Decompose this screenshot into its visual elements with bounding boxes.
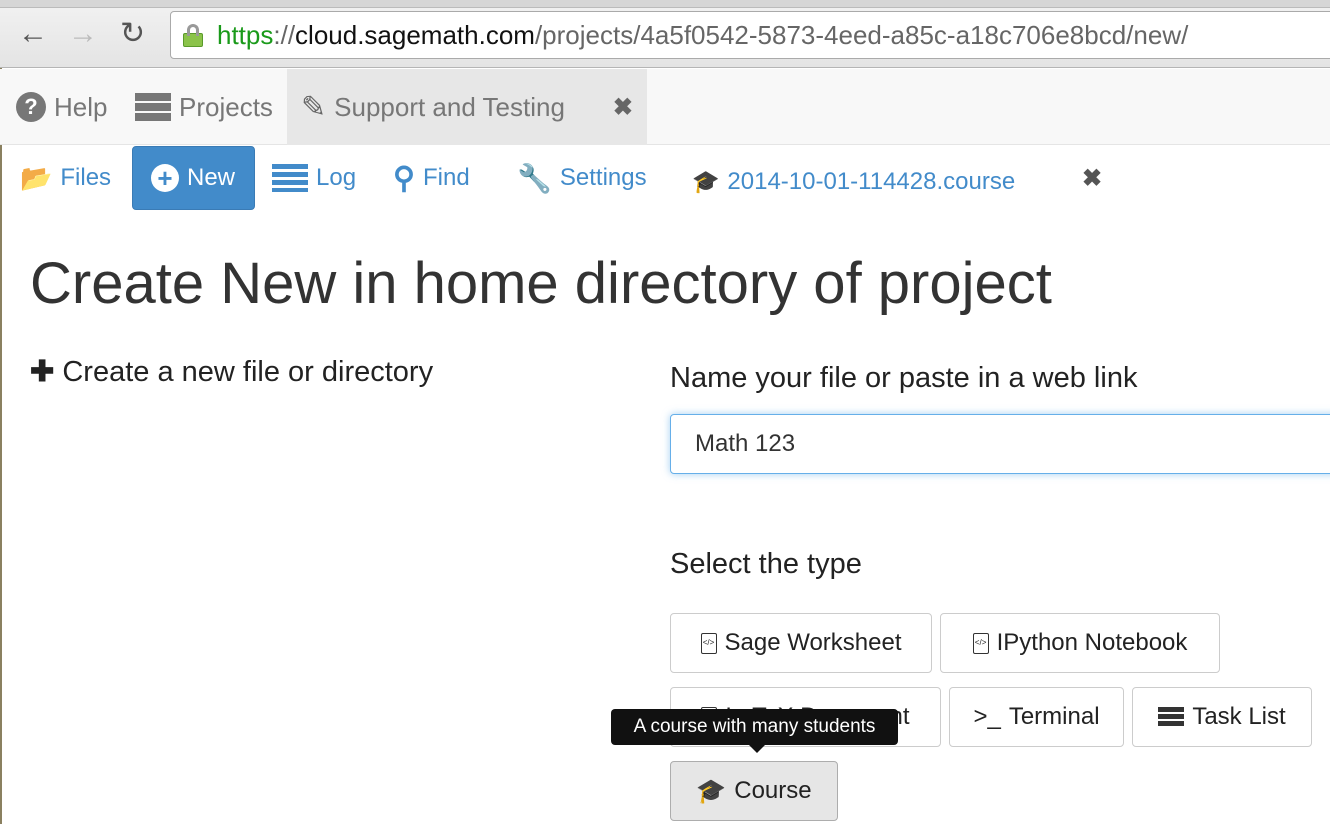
type-label-ipython: IPython Notebook (996, 629, 1188, 656)
url-scheme: https (217, 20, 274, 50)
nav-open-file[interactable]: 🎓 2014-10-01-114428.course (692, 150, 1015, 214)
url-path: /projects/4a5f0542-5873-4eed-a85c-a18c70… (534, 20, 1189, 50)
tab-active-project[interactable]: ✎ Support and Testing ✖ (287, 69, 647, 145)
tab-projects[interactable]: Projects (135, 69, 273, 145)
nav-open-file-label: 2014-10-01-114428.course (727, 168, 1016, 195)
tooltip: A course with many students (611, 709, 898, 753)
plus-circle-icon: + (151, 164, 179, 192)
project-nav: 📂 Files + New Log ⚲ Find 🔧 Settings 🎓 2014-10… (0, 146, 1330, 216)
create-new-label: Create a new file or directory (62, 356, 434, 388)
type-label-terminal: Terminal (1008, 703, 1100, 730)
server-icon (135, 93, 171, 121)
tab-help-label: Help (54, 91, 108, 122)
name-label: Name your file or paste in a web link (670, 362, 1138, 394)
search-icon: ⚲ (393, 161, 415, 195)
close-file-icon[interactable]: ✖ (1082, 164, 1102, 193)
question-circle-icon: ? (16, 92, 46, 122)
nav-files[interactable]: 📂 Files (20, 146, 111, 210)
type-label: Select the type (670, 548, 862, 580)
nav-log-label: Log (316, 164, 357, 191)
forward-icon[interactable]: → (68, 18, 98, 50)
type-ipython-notebook-button[interactable]: </> IPython Notebook (940, 613, 1220, 673)
reload-icon[interactable]: ↻ (120, 18, 145, 50)
list-icon (272, 164, 308, 192)
folder-open-icon: 📂 (20, 162, 53, 193)
page-title: Create New in home directory of project (30, 251, 1052, 316)
type-label-course: Course (734, 777, 812, 804)
filename-input[interactable] (670, 414, 1330, 474)
plus-icon: ✚ (30, 356, 63, 388)
url-separator: :// (273, 20, 296, 50)
tab-projects-label: Projects (179, 91, 273, 122)
back-icon[interactable]: ← (18, 18, 48, 50)
browser-tab-strip (0, 0, 1330, 8)
type-label-sage: Sage Worksheet (724, 629, 902, 656)
type-terminal-button[interactable]: >_ Terminal (949, 687, 1124, 747)
tasks-icon (1158, 707, 1185, 727)
graduation-cap-icon: 🎓 (696, 777, 727, 805)
browser-toolbar: ← → ↻ https://cloud.sagemath.com/project… (0, 0, 1330, 68)
graduation-cap-icon: 🎓 (692, 169, 720, 194)
address-bar[interactable]: https://cloud.sagemath.com/projects/4a5f… (170, 11, 1330, 59)
nav-find-label: Find (422, 164, 470, 191)
type-sage-worksheet-button[interactable]: </> Sage Worksheet (670, 613, 932, 673)
url-host: cloud.sagemath.com (295, 20, 535, 50)
file-code-icon: </> (700, 632, 717, 654)
nav-find[interactable]: ⚲ Find (393, 146, 470, 210)
nav-files-label: Files (60, 164, 112, 191)
edit-icon: ✎ (301, 90, 327, 124)
nav-settings-label: Settings (559, 164, 647, 191)
tab-help[interactable]: ? Help (16, 69, 107, 145)
create-new-heading: ✚ Create a new file or directory (30, 354, 433, 389)
close-icon[interactable]: ✖ (613, 93, 633, 122)
nav-new-label: New (187, 164, 236, 191)
type-task-list-button[interactable]: Task List (1132, 687, 1312, 747)
nav-settings[interactable]: 🔧 Settings (517, 146, 647, 210)
tab-active-project-label: Support and Testing (334, 91, 565, 122)
top-nav: ? Help Projects ✎ Support and Testing ✖ (0, 69, 1330, 145)
wrench-icon: 🔧 (517, 162, 552, 194)
file-code-icon: </> (972, 632, 989, 654)
nav-new[interactable]: + New (132, 146, 255, 210)
type-label-tasklist: Task List (1192, 703, 1286, 730)
nav-log[interactable]: Log (272, 146, 356, 210)
type-course-button[interactable]: 🎓 Course (670, 761, 838, 821)
lock-icon (183, 24, 203, 47)
terminal-icon: >_ (973, 703, 1001, 730)
